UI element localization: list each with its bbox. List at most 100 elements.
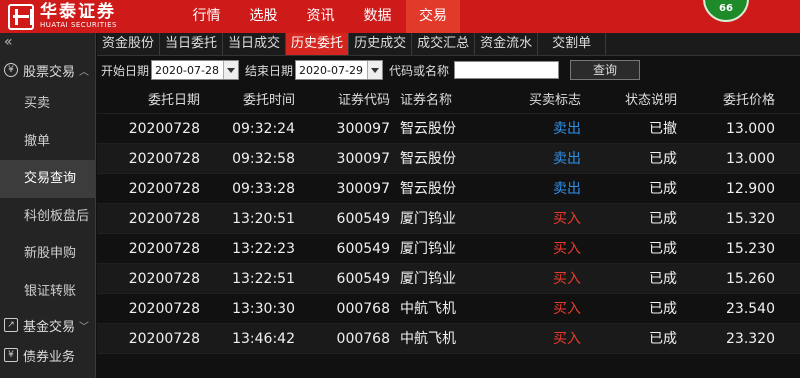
cell-order-date: 20200728 <box>128 211 200 227</box>
cell-price: 15.260 <box>726 271 775 287</box>
cell-security-name: 厦门钨业 <box>400 241 456 257</box>
collapse-icon[interactable]: « <box>0 33 95 55</box>
sidebar-item-star-after-hours[interactable]: 科创板盘后 <box>0 198 95 236</box>
table-row[interactable]: 20200728 09:33:28 300097 智云股份 卖出 已成 12.900 <box>97 174 800 204</box>
tab-fund-flow[interactable]: 资金流水 <box>475 33 539 55</box>
query-button[interactable]: 查询 <box>570 60 641 80</box>
table-row[interactable]: 20200728 13:20:51 600549 厦门钨业 买入 已成 15.320 <box>97 204 800 234</box>
tab-today-orders[interactable]: 当日委托 <box>160 33 224 55</box>
col-order-date[interactable]: 委托日期 <box>97 88 200 113</box>
start-date-value: 2020-07-28 <box>155 63 219 77</box>
code-input[interactable] <box>454 61 560 79</box>
cell-security-code: 300097 <box>336 151 390 167</box>
col-order-time[interactable]: 委托时间 <box>200 88 295 113</box>
cell-order-date: 20200728 <box>128 331 200 347</box>
cell-security-code: 600549 <box>336 271 390 287</box>
chevron-down-icon[interactable] <box>223 61 239 79</box>
cell-security-code: 600549 <box>336 241 390 257</box>
tab-deal-summary[interactable]: 成交汇总 <box>412 33 476 55</box>
cell-order-time: 13:46:42 <box>232 331 295 347</box>
sidebar-group-label: 股票交易 <box>23 64 76 80</box>
cell-price: 15.230 <box>726 241 775 257</box>
cell-security-code: 300097 <box>336 181 390 197</box>
cell-status: 已成 <box>649 331 677 347</box>
cell-security-name: 智云股份 <box>400 181 456 197</box>
sidebar-item-buy-sell[interactable]: 买卖 <box>0 85 95 123</box>
cell-status: 已成 <box>649 241 677 257</box>
bond-icon: ¥ <box>4 348 18 362</box>
tab-history-orders[interactable]: 历史委托 <box>286 33 350 55</box>
cell-security-code: 300097 <box>336 121 390 137</box>
cell-side: 买入 <box>553 241 581 257</box>
cell-security-name: 厦门钨业 <box>400 211 456 227</box>
tab-funds-shares[interactable]: 资金股份 <box>97 33 161 55</box>
cell-order-time: 13:22:23 <box>232 241 295 257</box>
table-row[interactable]: 20200728 13:22:23 600549 厦门钨业 买入 已成 15.230 <box>97 234 800 264</box>
nav-trade[interactable]: 交易 <box>406 0 460 33</box>
col-security-name[interactable]: 证券名称 <box>390 88 478 113</box>
sub-tabs: 资金股份 当日委托 当日成交 历史委托 历史成交 成交汇总 资金流水 交割单 <box>97 33 800 56</box>
table-row[interactable]: 20200728 13:22:51 600549 厦门钨业 买入 已成 15.260 <box>97 264 800 294</box>
col-side[interactable]: 买卖标志 <box>478 88 581 113</box>
cell-security-code: 000768 <box>336 301 390 317</box>
logo: 华泰证券 HUATAI SECURITIES <box>0 0 168 33</box>
yen-icon: ¥ <box>4 63 18 77</box>
sidebar-group-fund-trade[interactable]: ↗ 基金交易 ﹀ <box>0 310 95 340</box>
sidebar-item-bank-transfer[interactable]: 银证转账 <box>0 273 95 311</box>
start-date-label: 开始日期 <box>101 63 150 78</box>
col-status[interactable]: 状态说明 <box>581 88 677 113</box>
table-row[interactable]: 20200728 13:30:30 000768 中航飞机 买入 已成 23.540 <box>97 294 800 324</box>
table-row[interactable]: 20200728 13:46:42 000768 中航飞机 买入 已成 23.320 <box>97 324 800 354</box>
sidebar-item-cancel[interactable]: 撤单 <box>0 123 95 161</box>
cell-security-code: 000768 <box>336 331 390 347</box>
table-header: 委托日期 委托时间 证券代码 证券名称 买卖标志 状态说明 委托价格 <box>97 88 800 114</box>
cell-price: 12.900 <box>726 181 775 197</box>
tab-delivery-note[interactable]: 交割单 <box>538 33 607 55</box>
nav-quotes[interactable]: 行情 <box>178 0 235 33</box>
cell-order-date: 20200728 <box>128 121 200 137</box>
chevron-down-icon: ﹀ <box>79 321 90 333</box>
sidebar-item-ipo-subscribe[interactable]: 新股申购 <box>0 235 95 273</box>
tab-today-deals[interactable]: 当日成交 <box>223 33 287 55</box>
cell-order-date: 20200728 <box>128 241 200 257</box>
cell-side: 卖出 <box>553 181 581 197</box>
table-row[interactable]: 20200728 09:32:58 300097 智云股份 卖出 已成 13.000 <box>97 144 800 174</box>
cell-price: 13.000 <box>726 121 775 137</box>
table-row[interactable]: 20200728 09:32:24 300097 智云股份 卖出 已撤 13.000 <box>97 114 800 144</box>
cell-order-date: 20200728 <box>128 271 200 287</box>
cell-status: 已撤 <box>649 121 677 137</box>
cell-security-name: 厦门钨业 <box>400 271 456 287</box>
sidebar-group-bond[interactable]: ¥ 债券业务 <box>0 340 95 370</box>
start-date-picker[interactable]: 2020-07-28 <box>151 60 240 80</box>
top-bar: 华泰证券 HUATAI SECURITIES 行情 选股 资讯 数据 交易 66 <box>0 0 800 33</box>
cell-status: 已成 <box>649 151 677 167</box>
end-date-picker[interactable]: 2020-07-29 <box>295 60 384 80</box>
chevron-up-icon: ︿ <box>79 66 90 78</box>
cell-order-time: 13:20:51 <box>232 211 295 227</box>
cell-order-time: 09:32:58 <box>232 151 295 167</box>
cell-status: 已成 <box>649 211 677 227</box>
nav-news[interactable]: 资讯 <box>292 0 349 33</box>
cell-security-code: 600549 <box>336 211 390 227</box>
orders-table: 委托日期 委托时间 证券代码 证券名称 买卖标志 状态说明 委托价格 20200… <box>97 88 800 354</box>
cell-price: 15.320 <box>726 211 775 227</box>
cell-side: 卖出 <box>553 151 581 167</box>
col-security-code[interactable]: 证券代码 <box>295 88 390 113</box>
tab-history-deals[interactable]: 历史成交 <box>349 33 413 55</box>
cell-security-name: 智云股份 <box>400 121 456 137</box>
cell-side: 买入 <box>553 211 581 227</box>
sidebar-group-stock-trade[interactable]: ¥ 股票交易 ︿ <box>0 55 95 85</box>
cell-side: 买入 <box>553 301 581 317</box>
sidebar-item-trade-query[interactable]: 交易查询 <box>0 160 95 198</box>
level-badge[interactable]: 66 <box>703 0 749 22</box>
logo-title: 华泰证券 <box>40 2 116 22</box>
cell-order-time: 09:33:28 <box>232 181 295 197</box>
filter-bar: 开始日期 2020-07-28 结束日期 2020-07-29 代码或名称 查询 <box>97 58 800 82</box>
nav-data[interactable]: 数据 <box>349 0 406 33</box>
cell-price: 23.320 <box>726 331 775 347</box>
nav-stock-picker[interactable]: 选股 <box>235 0 292 33</box>
col-price[interactable]: 委托价格 <box>677 88 775 113</box>
cell-price: 13.000 <box>726 151 775 167</box>
end-date-label: 结束日期 <box>245 63 294 78</box>
chevron-down-icon[interactable] <box>367 61 383 79</box>
